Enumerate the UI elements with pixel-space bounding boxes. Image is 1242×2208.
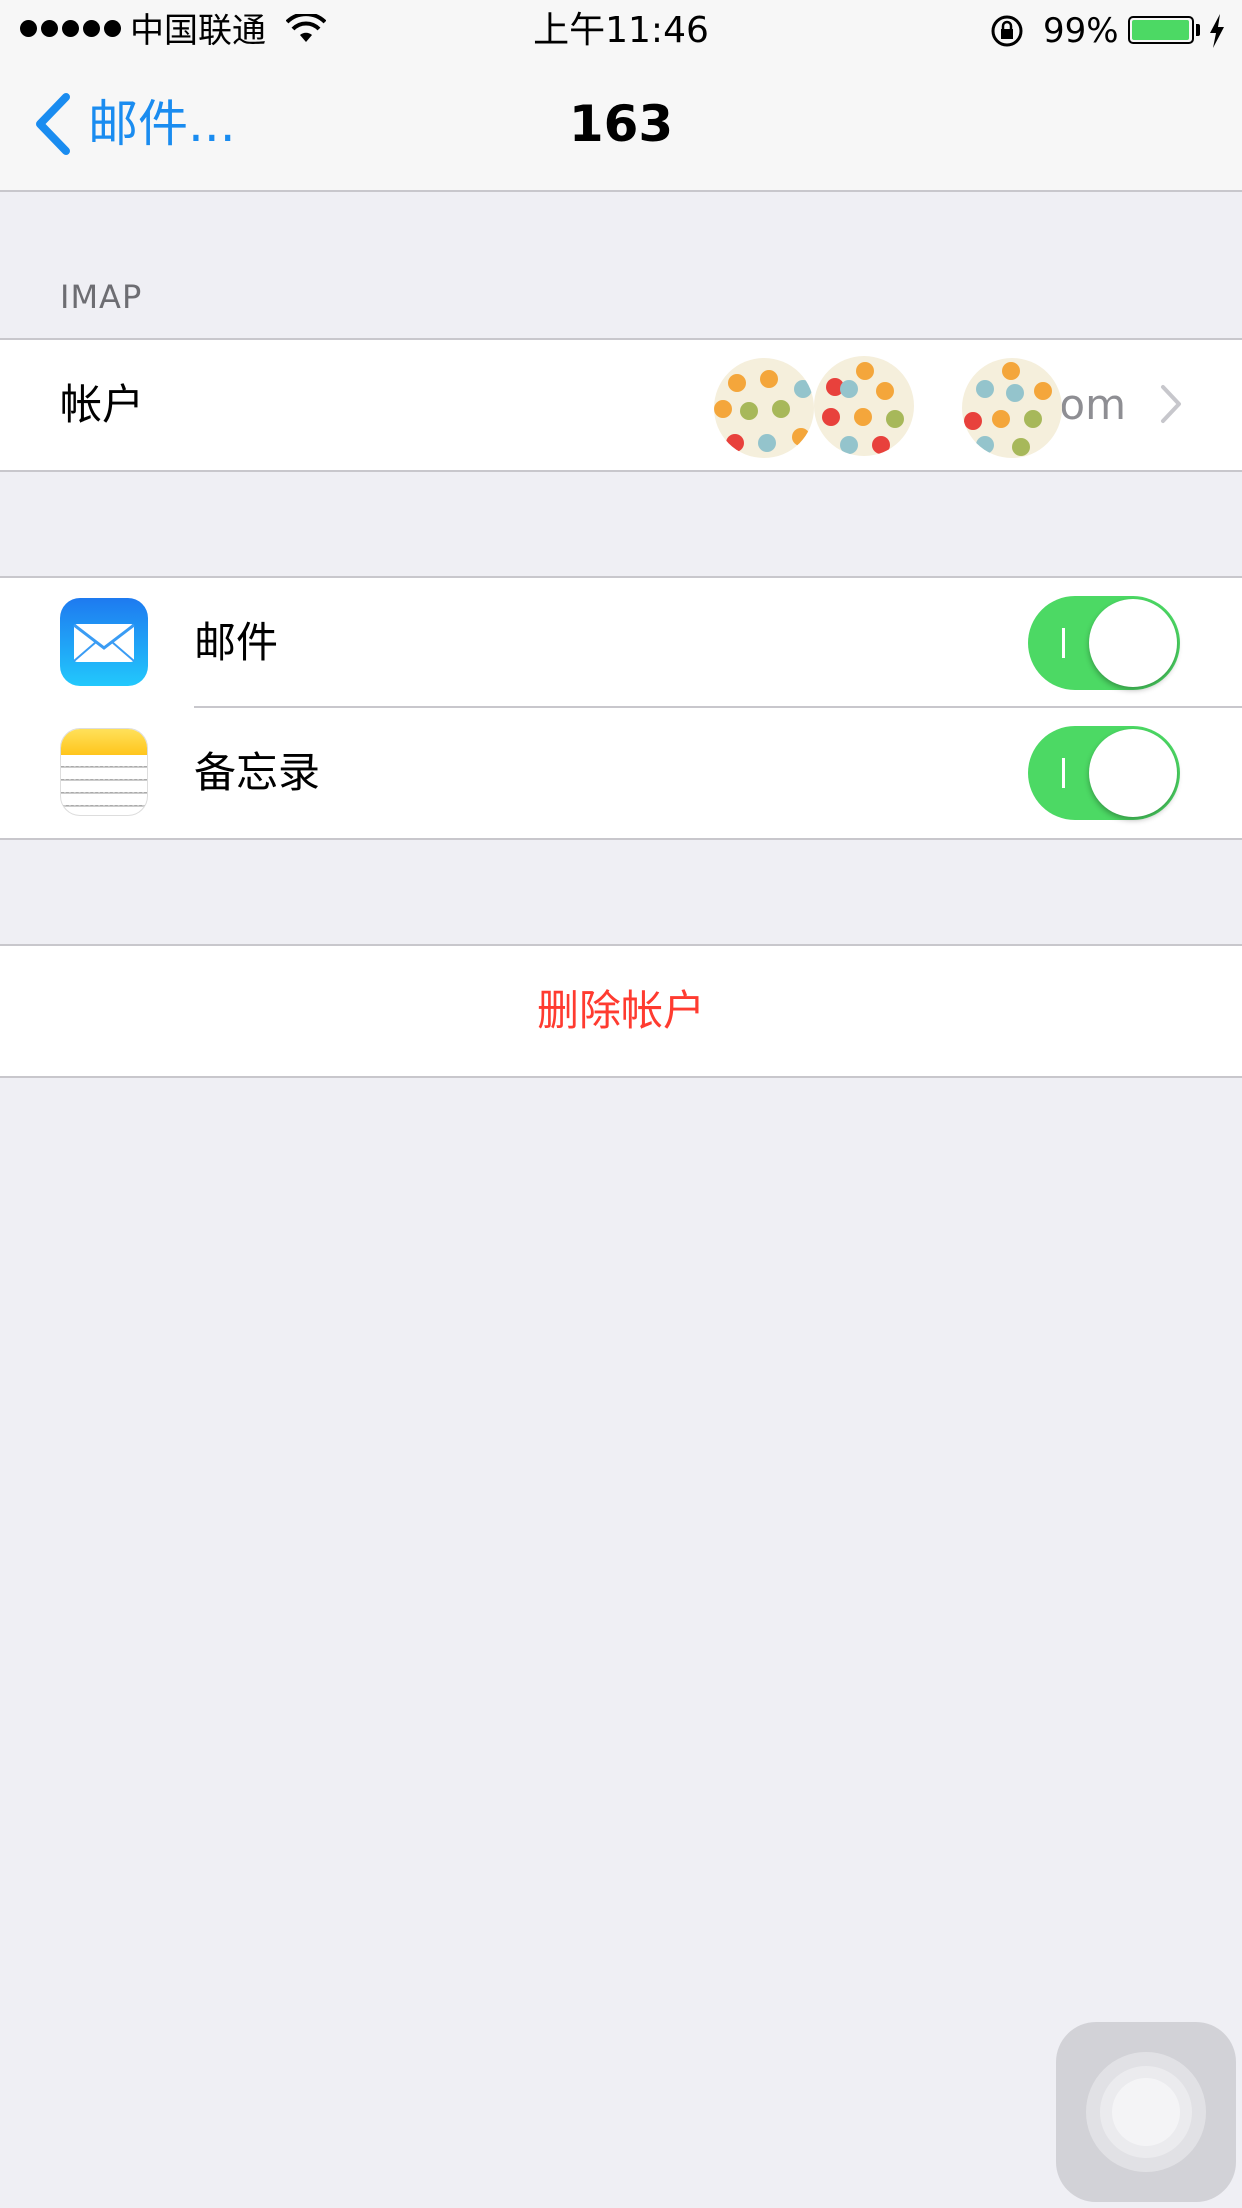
account-label: 帐户 bbox=[60, 380, 145, 429]
mail-sync-toggle[interactable] bbox=[1028, 596, 1180, 690]
battery-percent: 99% bbox=[1043, 11, 1119, 51]
delete-group: 删除帐户 bbox=[0, 944, 1242, 1078]
navigation-bar: 邮件... 163 bbox=[0, 62, 1242, 192]
assistive-touch-button[interactable] bbox=[1056, 2022, 1236, 2202]
notes-app-icon bbox=[60, 728, 148, 816]
rotation-lock-icon bbox=[991, 15, 1023, 47]
app-label-mail: 邮件 bbox=[194, 618, 279, 667]
status-bar: 中国联通 上午11:46 99% bbox=[0, 0, 1242, 62]
apps-group: 邮件 备忘录 bbox=[0, 576, 1242, 840]
page-title: 163 bbox=[568, 95, 674, 153]
account-row[interactable]: 帐户 q@ om bbox=[0, 340, 1242, 470]
delete-account-button[interactable]: 删除帐户 bbox=[0, 946, 1242, 1076]
charging-bolt-icon bbox=[1210, 14, 1224, 48]
chevron-right-icon bbox=[1161, 385, 1181, 423]
app-row-notes: 备忘录 bbox=[0, 708, 1242, 838]
section-header-imap: IMAP bbox=[60, 278, 143, 316]
app-row-mail: 邮件 bbox=[0, 578, 1242, 708]
redaction-sticker bbox=[962, 358, 1062, 458]
imap-group: 帐户 q@ om bbox=[0, 338, 1242, 472]
redaction-sticker bbox=[714, 358, 814, 458]
mail-app-icon bbox=[60, 598, 148, 686]
app-label-notes: 备忘录 bbox=[194, 748, 321, 797]
redaction-sticker bbox=[814, 356, 914, 456]
battery-icon bbox=[1128, 16, 1194, 44]
notes-sync-toggle[interactable] bbox=[1028, 726, 1180, 820]
